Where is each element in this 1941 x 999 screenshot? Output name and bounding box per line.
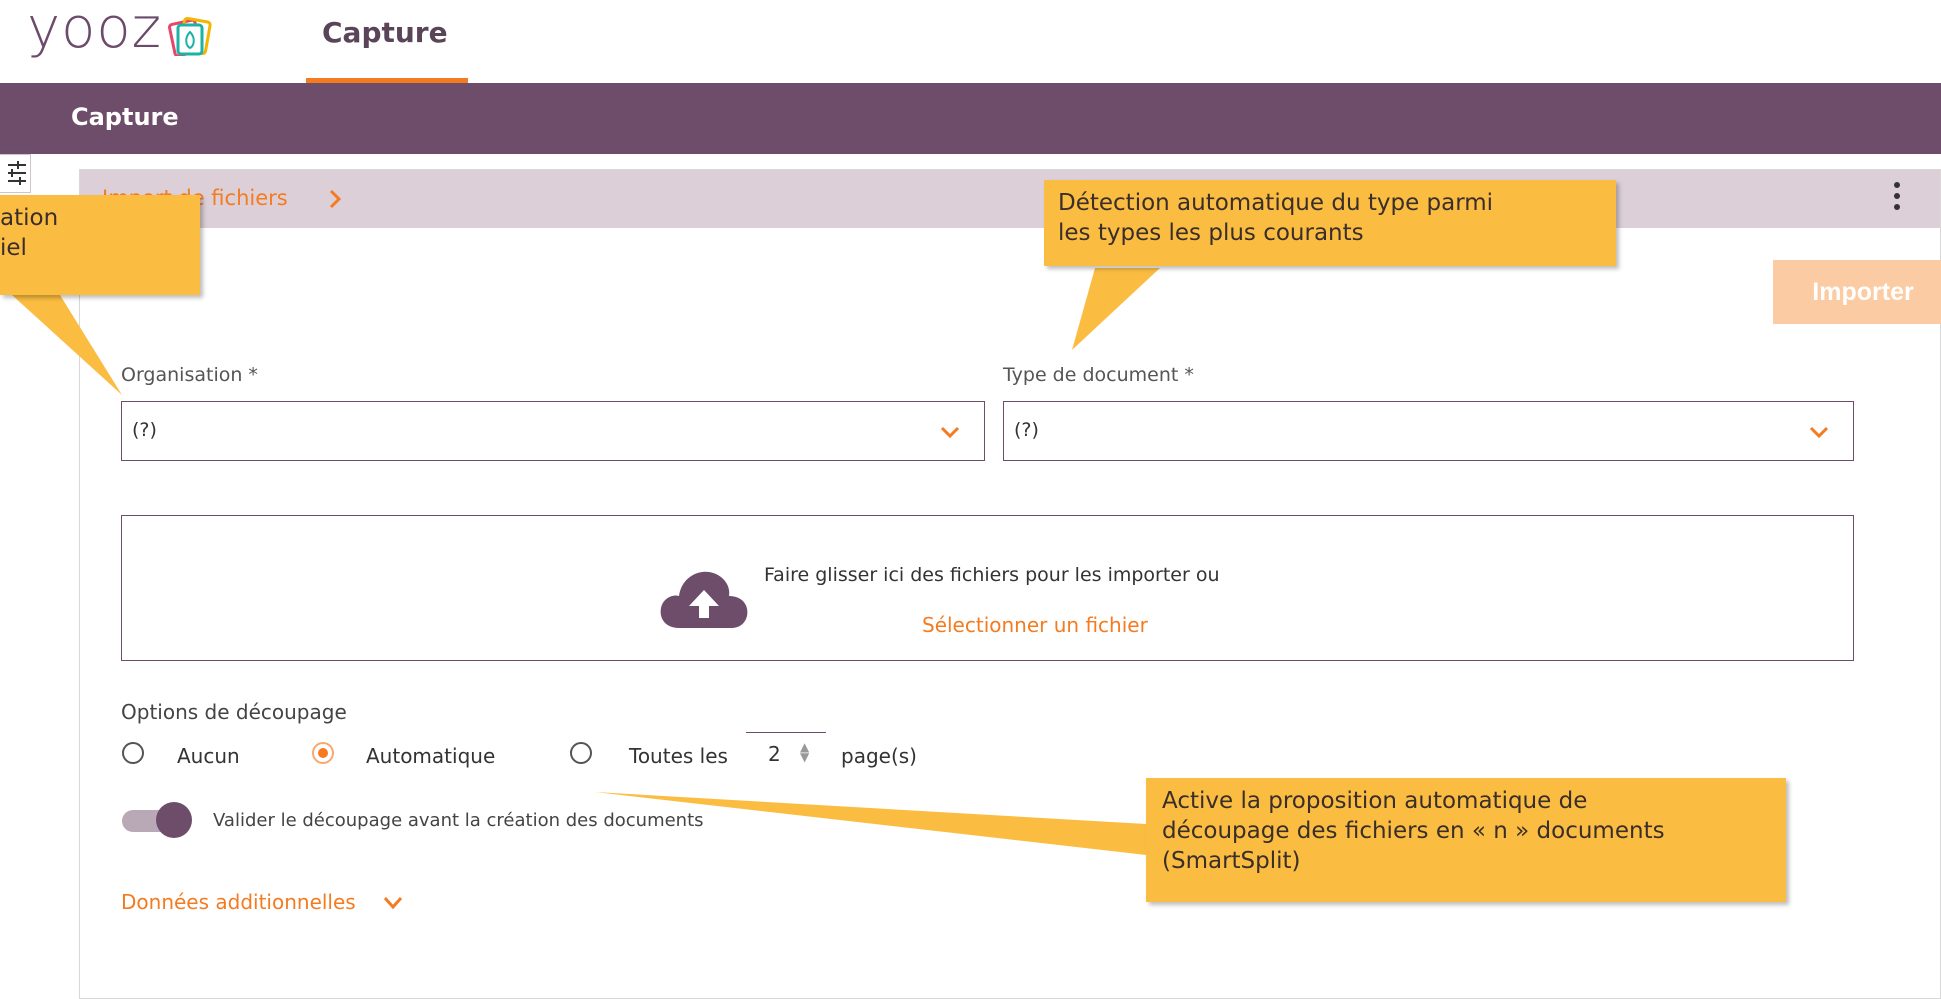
file-dropzone[interactable]: Faire glisser ici des fichiers pour les … [121, 515, 1854, 661]
kebab-icon[interactable] [1892, 182, 1902, 216]
radio-automatic-label: Automatique [366, 744, 496, 768]
document-type-value: (?) [1014, 419, 1039, 441]
yooz-logo-icon [168, 16, 212, 56]
radio-none-label: Aucun [177, 744, 240, 768]
filter-button[interactable] [0, 154, 31, 193]
additional-data-toggle[interactable]: Données additionnelles [121, 890, 356, 914]
import-button[interactable]: Importer [1773, 260, 1941, 324]
pages-stepper[interactable]: 2 ▲ ▼ [746, 732, 826, 772]
tab-capture-label: Capture [322, 16, 448, 49]
logo-text: yooz [27, 0, 163, 61]
organisation-value: (?) [132, 419, 157, 441]
chevron-down-icon [1809, 426, 1829, 439]
section-header: Capture [0, 83, 1941, 154]
radio-automatic[interactable] [312, 742, 334, 764]
section-title: Capture [71, 103, 179, 131]
tab-capture[interactable]: Capture [306, 0, 468, 83]
panel-header[interactable]: Import de fichiers [80, 170, 1940, 228]
cloud-upload-icon [660, 571, 748, 628]
validate-split-label: Valider le découpage avant la création d… [213, 810, 704, 831]
document-type-label: Type de document * [1003, 364, 1194, 386]
pages-suffix: page(s) [841, 744, 917, 768]
callout-type-detection: Détection automatique du type parmi les … [1044, 180, 1616, 266]
radio-every-n-pages-label: Toutes les [629, 744, 728, 768]
pages-value: 2 [768, 742, 781, 766]
radio-every-n-pages[interactable] [570, 742, 592, 764]
split-options-title: Options de découpage [121, 700, 347, 724]
toggle-knob [156, 802, 192, 838]
chevron-down-icon[interactable] [382, 894, 404, 912]
organisation-label: Organisation * [121, 364, 258, 386]
radio-none[interactable] [122, 742, 144, 764]
chevron-right-icon [329, 189, 342, 209]
organisation-select[interactable]: (?) [121, 401, 985, 461]
callout-organisation: ation iel [0, 195, 200, 295]
select-file-link[interactable]: Sélectionner un fichier [922, 613, 1148, 637]
document-type-select[interactable]: (?) [1003, 401, 1854, 461]
chevron-down-icon [940, 426, 960, 439]
dropzone-text: Faire glisser ici des fichiers pour les … [764, 564, 1220, 586]
screen: { "app": { "logo_text": "yooz" }, "top_n… [0, 0, 1941, 999]
stepper-arrows-icon[interactable]: ▲ ▼ [800, 741, 809, 763]
validate-split-toggle[interactable] [122, 802, 192, 838]
filter-icon [8, 161, 26, 185]
callout-smartsplit: Active la proposition automatique de déc… [1146, 778, 1786, 902]
logo: yooz [27, 0, 212, 58]
